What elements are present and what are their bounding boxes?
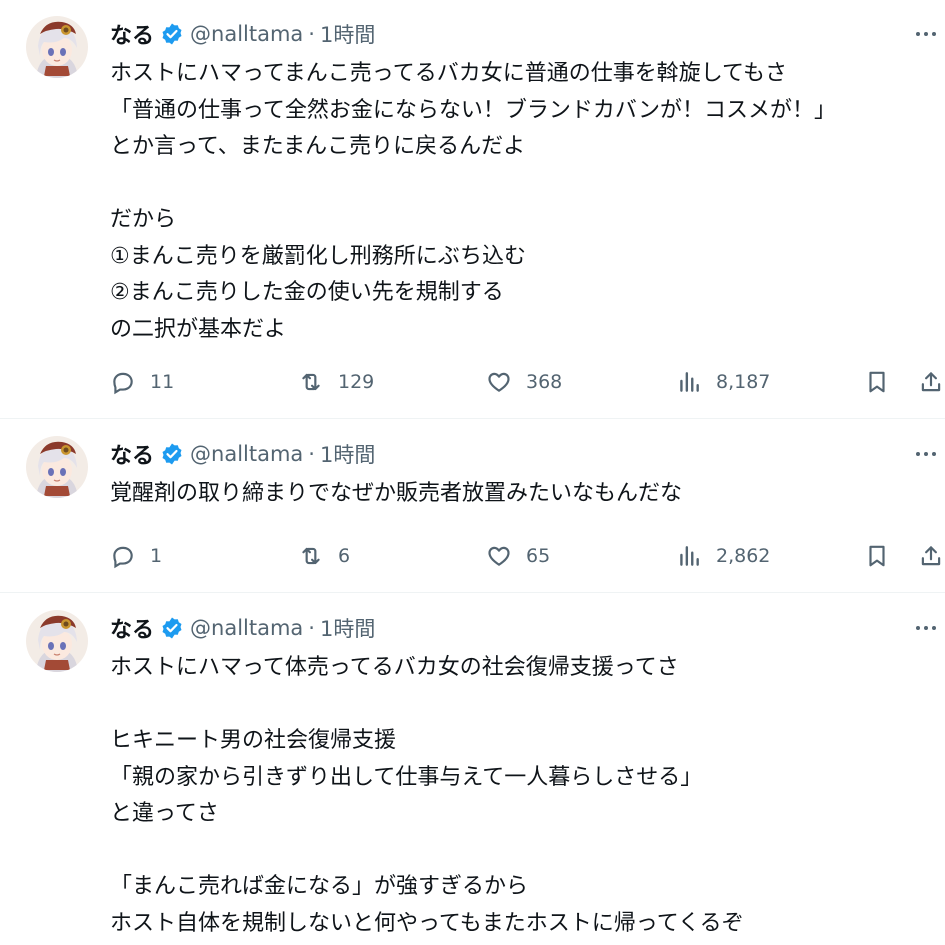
reply-count: 11	[150, 371, 175, 393]
tweet[interactable]: なる @nalltama · 1時間 覚醒剤の取り締まりでなぜか販売者放置みたい…	[0, 420, 945, 593]
tweet-text-line	[110, 687, 940, 724]
views-count: 8,187	[716, 371, 771, 393]
repost-button[interactable]: 6	[298, 539, 350, 573]
like-button[interactable]: 368	[486, 365, 562, 399]
repost-icon	[302, 373, 320, 391]
tweet-text-line: ②まんこ売りした金の使い先を規制する	[110, 280, 504, 305]
tweet-text-line: ①まんこ売りを厳罰化し刑務所にぶち込む	[110, 243, 526, 269]
more-icon[interactable]	[916, 22, 945, 46]
more-icon[interactable]	[916, 442, 945, 466]
separator-dot: ·	[308, 22, 315, 46]
handle[interactable]: @nalltama	[190, 442, 303, 466]
repost-count: 6	[338, 545, 351, 567]
display-name[interactable]: なる	[110, 438, 154, 470]
tweet-text: ホストにハマって体売ってるバカ女の社会復帰支援ってさ ヒキニート男の社会復帰支援…	[110, 650, 940, 942]
repost-count: 129	[338, 371, 375, 393]
tweet-text-line: とか言って、またまんこ売りに戻るんだよ	[110, 134, 526, 159]
like-count: 368	[526, 371, 563, 393]
reply-count: 1	[150, 545, 163, 567]
timestamp[interactable]: 1時間	[320, 439, 375, 469]
avatar[interactable]	[26, 436, 88, 498]
like-icon	[488, 546, 510, 566]
repost-button[interactable]: 129	[298, 365, 374, 399]
tweet-text: 覚醒剤の取り締まりでなぜか販売者放置みたいなもんだな	[110, 476, 940, 513]
tweet-text-line: 「親の家から引きずり出して仕事与えて一人暮らしさせる」	[110, 764, 703, 790]
views-icon	[680, 372, 699, 392]
bookmark-button[interactable]	[864, 365, 890, 399]
tweet-text-line: ホストにハマって体売ってるバカ女の社会復帰支援ってさ	[110, 655, 679, 680]
avatar-image	[26, 16, 88, 78]
tweet-actions: 1 6 65 2,862	[110, 539, 945, 573]
views-icon	[680, 546, 699, 566]
share-button[interactable]	[918, 365, 944, 399]
tweet-header: なる @nalltama · 1時間	[110, 438, 375, 470]
tweet-text-line	[110, 833, 940, 870]
tweet-text-line	[110, 166, 940, 203]
views-count: 2,862	[716, 545, 771, 567]
bookmark-icon	[869, 545, 885, 567]
avatar-image	[26, 610, 88, 672]
tweet[interactable]: なる @nalltama · 1時間 ホストにハマってまんこ売ってるバカ女に普通…	[0, 0, 945, 419]
handle[interactable]: @nalltama	[190, 22, 303, 46]
display-name[interactable]: なる	[110, 612, 154, 644]
tweet-text-line: ホストにハマってまんこ売ってるバカ女に普通の仕事を斡旋してもさ	[110, 61, 787, 86]
views-button[interactable]: 8,187	[676, 365, 770, 399]
timestamp[interactable]: 1時間	[320, 613, 375, 643]
verified-badge-icon	[160, 442, 184, 466]
verified-badge-icon	[160, 616, 184, 640]
share-icon	[921, 546, 941, 566]
tweet-text-line: ホスト自体を規制しないと何やってもまたホストに帰ってくるぞ	[110, 910, 744, 936]
bookmark-icon	[869, 371, 885, 393]
like-count: 65	[526, 545, 551, 567]
tweet-text-line: 「普通の仕事って全然お金にならない！ブランドカバンが！コスメが！」	[110, 97, 837, 123]
like-button[interactable]: 65	[486, 539, 550, 573]
reply-button[interactable]: 1	[110, 539, 162, 573]
tweet-header: なる @nalltama · 1時間	[110, 612, 375, 644]
separator-dot: ·	[308, 616, 315, 640]
tweet-header: なる @nalltama · 1時間	[110, 18, 375, 50]
avatar[interactable]	[26, 16, 88, 78]
display-name[interactable]: なる	[110, 18, 154, 50]
handle[interactable]: @nalltama	[190, 616, 303, 640]
reply-icon	[113, 372, 133, 395]
verified-badge-icon	[160, 22, 184, 46]
timestamp[interactable]: 1時間	[320, 19, 375, 49]
tweet[interactable]: なる @nalltama · 1時間 ホストにハマって体売ってるバカ女の社会復帰…	[0, 594, 945, 945]
avatar-image	[26, 436, 88, 498]
timeline-feed: なる @nalltama · 1時間 ホストにハマってまんこ売ってるバカ女に普通…	[0, 0, 945, 945]
repost-icon	[302, 547, 320, 565]
reply-icon	[113, 546, 133, 569]
avatar[interactable]	[26, 610, 88, 672]
separator-dot: ·	[308, 442, 315, 466]
tweet-text-line: 覚醒剤の取り締まりでなぜか販売者放置みたいなもんだな	[110, 481, 683, 506]
tweet-text-line: ヒキニート男の社会復帰支援	[110, 728, 397, 753]
views-button[interactable]: 2,862	[676, 539, 770, 573]
tweet-text-line: 「まんこ売れば金になる」が強すぎるから	[110, 874, 529, 899]
more-icon[interactable]	[916, 616, 945, 640]
like-icon	[488, 372, 510, 392]
tweet-text-line: だから	[110, 207, 177, 232]
share-button[interactable]	[918, 539, 944, 573]
tweet-text: ホストにハマってまんこ売ってるバカ女に普通の仕事を斡旋してもさ 「普通の仕事って…	[110, 56, 940, 348]
tweet-text-line: の二択が基本だよ	[110, 316, 287, 342]
tweet-text-line: と違ってさ	[110, 801, 219, 826]
bookmark-button[interactable]	[864, 539, 890, 573]
tweet-actions: 11 129 368 8,187	[110, 365, 945, 399]
share-icon	[921, 372, 941, 392]
reply-button[interactable]: 11	[110, 365, 174, 399]
